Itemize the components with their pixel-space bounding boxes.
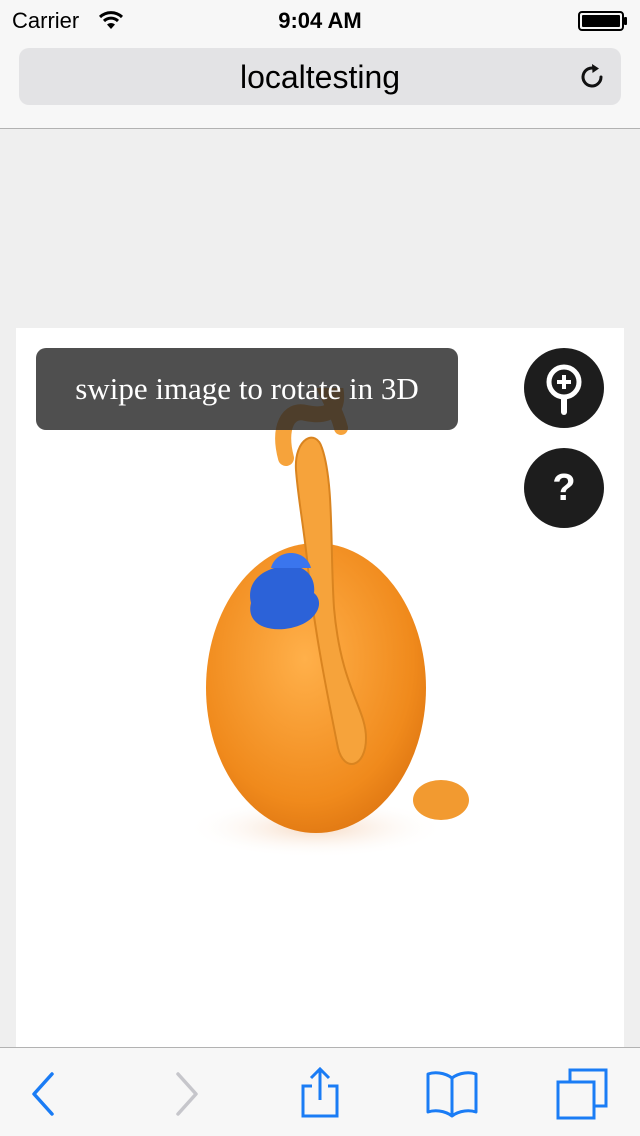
chevron-right-icon[interactable]	[158, 1066, 214, 1122]
bottom-toolbar	[0, 1047, 640, 1136]
address-field[interactable]: localtesting	[19, 48, 621, 105]
plush-toy-image[interactable]	[166, 388, 486, 888]
safari-screen: Carrier 9:04 AM localtesting swipe image…	[0, 0, 640, 1136]
question-icon: ?	[552, 467, 575, 509]
reload-icon[interactable]	[577, 62, 607, 92]
rotate-hint-tooltip: swipe image to rotate in 3D	[36, 348, 458, 430]
url-text: localtesting	[239, 59, 401, 95]
battery-icon	[578, 11, 627, 31]
book-icon[interactable]	[424, 1066, 480, 1122]
share-icon[interactable]	[292, 1066, 348, 1122]
tabs-icon[interactable]	[554, 1066, 610, 1122]
magnifier-plus-icon	[546, 364, 582, 415]
help-glyph: ?	[552, 467, 575, 509]
product-viewer-3d[interactable]: swipe image to rotate in 3D ?	[16, 328, 624, 1058]
page-content: swipe image to rotate in 3D ?	[0, 129, 640, 1058]
clock-label: 9:04 AM	[278, 8, 362, 33]
chevron-left-icon[interactable]	[18, 1066, 74, 1122]
zoom-button[interactable]	[524, 348, 604, 428]
status-bar: Carrier 9:04 AM	[0, 0, 640, 40]
help-button[interactable]: ?	[524, 448, 604, 528]
navigation-bar: localtesting	[0, 40, 640, 129]
